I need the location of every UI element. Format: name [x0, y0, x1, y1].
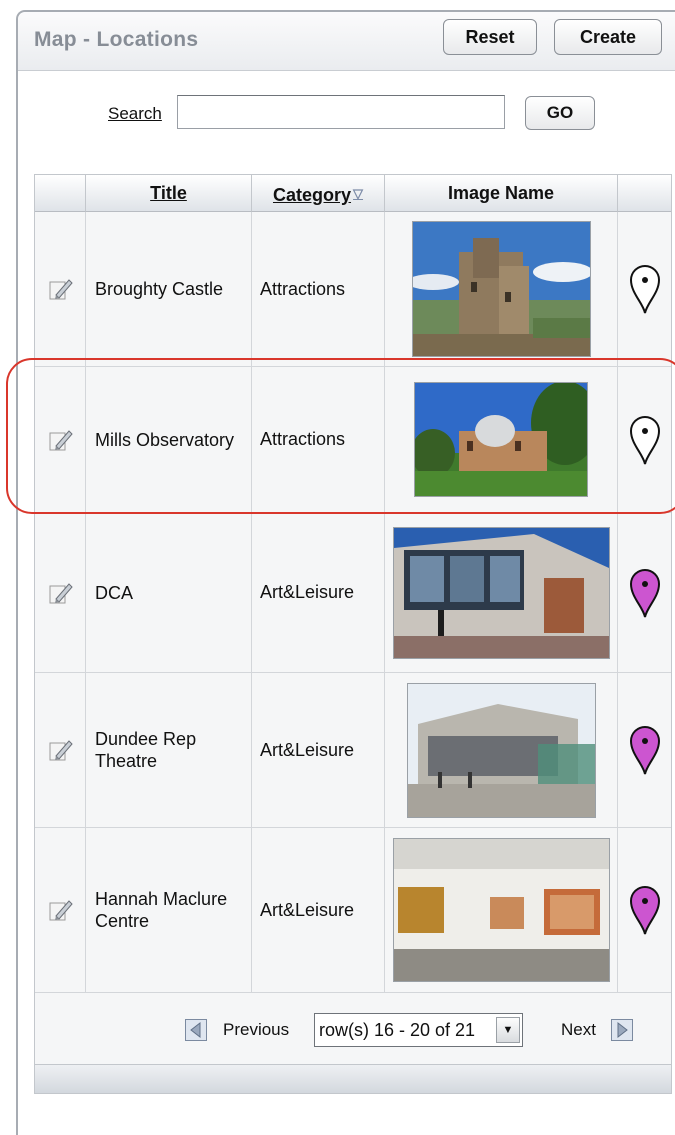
map-pin-cell[interactable] — [618, 828, 671, 992]
pagination: Previous row(s) 16 - 20 of 21 ▼ Next — [35, 993, 671, 1065]
table-row: DCA Art&Leisure — [35, 513, 671, 673]
row-range-value: row(s) 16 - 20 of 21 — [319, 1020, 476, 1040]
dca-photo — [392, 526, 610, 659]
next-arrow-icon[interactable] — [611, 1019, 633, 1041]
observatory-photo — [414, 382, 588, 497]
edit-cell[interactable] — [35, 513, 86, 672]
region-title: Map - Locations — [34, 28, 199, 51]
pin-shape — [629, 886, 660, 935]
image-cell — [385, 828, 618, 992]
header-edit — [35, 175, 86, 212]
table-row: Mills Observatory Attractions — [35, 367, 671, 513]
table-row: Broughty Castle Attractions — [35, 212, 671, 367]
title-cell: Hannah Maclure Centre — [86, 828, 252, 992]
previous-arrow-icon[interactable] — [185, 1019, 207, 1041]
category-cell: Attractions — [252, 367, 385, 512]
edit-cell[interactable] — [35, 212, 86, 366]
report-footer — [35, 1065, 671, 1093]
image-cell — [385, 212, 618, 366]
edit-cell[interactable] — [35, 828, 86, 992]
title-cell: DCA — [86, 513, 252, 672]
header-title[interactable]: Title — [86, 175, 252, 212]
edit-pencil-icon[interactable] — [47, 737, 73, 763]
map-pin-cell[interactable] — [618, 367, 671, 512]
map-pin-cell[interactable] — [618, 673, 671, 827]
edit-cell[interactable] — [35, 673, 86, 827]
reset-button[interactable]: Reset — [443, 19, 537, 55]
map-pin-icon[interactable] — [628, 414, 662, 466]
header-category[interactable]: Category ▽ — [252, 175, 385, 212]
castle-photo — [411, 221, 591, 357]
map-pin-cell[interactable] — [618, 513, 671, 672]
title-cell: Dundee Rep Theatre — [86, 673, 252, 827]
image-cell — [385, 367, 618, 512]
edit-pencil-icon[interactable] — [47, 580, 73, 606]
edit-cell[interactable] — [35, 367, 86, 512]
header-category-label[interactable]: Category — [273, 185, 351, 205]
pin-shape — [629, 568, 660, 617]
image-cell — [385, 513, 618, 672]
title-cell: Mills Observatory — [86, 367, 252, 512]
category-cell: Attractions — [252, 212, 385, 366]
table-row: Dundee Rep Theatre Art&Leisure — [35, 673, 671, 828]
pin-shape — [629, 726, 660, 775]
title-cell: Broughty Castle — [86, 212, 252, 366]
map-pin-icon[interactable] — [628, 263, 662, 315]
edit-pencil-icon[interactable] — [47, 427, 73, 453]
map-locations-region: Map - Locations Reset Create Search GO T… — [16, 10, 675, 1135]
category-cell: Art&Leisure — [252, 828, 385, 992]
create-button[interactable]: Create — [554, 19, 662, 55]
dropdown-arrow-icon[interactable]: ▼ — [496, 1017, 520, 1043]
report-table: Title Category ▽ Image Name Broughty Cast… — [34, 174, 672, 1094]
category-cell: Art&Leisure — [252, 513, 385, 672]
category-cell: Art&Leisure — [252, 673, 385, 827]
header-image-name: Image Name — [385, 175, 618, 212]
theatre-photo — [406, 682, 596, 818]
previous-link[interactable]: Previous — [223, 1020, 289, 1040]
image-cell — [385, 673, 618, 827]
map-pin-cell[interactable] — [618, 212, 671, 366]
sort-descending-icon: ▽ — [353, 186, 364, 201]
next-link[interactable]: Next — [561, 1020, 596, 1040]
header-image-name-label: Image Name — [447, 183, 555, 203]
search-label: Search — [108, 104, 162, 123]
map-pin-icon[interactable] — [628, 724, 662, 776]
header-map-pin — [618, 175, 671, 212]
table-row: Hannah Maclure Centre Art&Leisure — [35, 828, 671, 993]
search-input[interactable] — [177, 95, 505, 129]
gallery-photo — [392, 838, 610, 982]
pin-shape — [629, 265, 660, 314]
edit-pencil-icon[interactable] — [47, 276, 73, 302]
map-pin-icon[interactable] — [628, 567, 662, 619]
region-header: Map - Locations Reset Create — [18, 12, 675, 71]
edit-pencil-icon[interactable] — [47, 897, 73, 923]
map-pin-icon[interactable] — [628, 884, 662, 936]
pin-shape — [629, 415, 660, 464]
row-range-select[interactable]: row(s) 16 - 20 of 21 ▼ — [314, 1013, 523, 1047]
header-title-label[interactable]: Title — [150, 183, 187, 203]
go-button[interactable]: GO — [525, 96, 595, 130]
